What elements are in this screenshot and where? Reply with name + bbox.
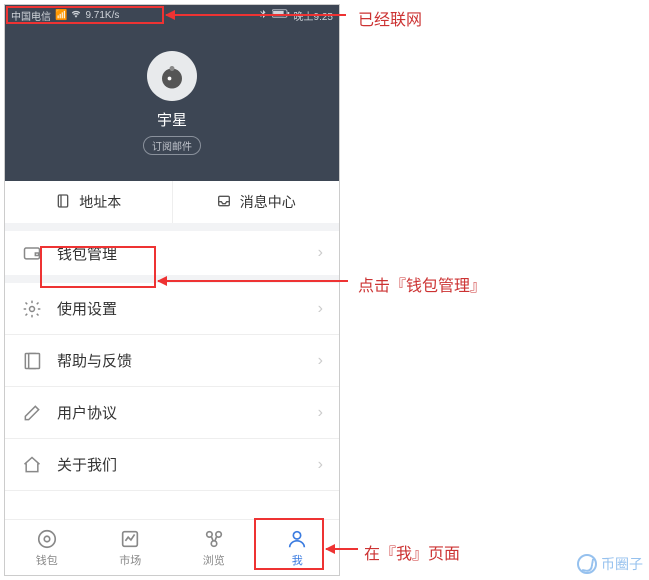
net-speed: 9.71K/s <box>85 10 119 21</box>
phone-frame: 中国电信 📶 9.71K/s 晚上9:25 宇星 订阅邮件 <box>4 4 340 576</box>
tab-me-label: 我 <box>292 552 303 568</box>
carrier-label: 中国电信 <box>11 8 51 23</box>
chevron-right-icon: › <box>318 300 323 318</box>
browse-tab-icon <box>203 528 225 550</box>
annotation-me-page: 在『我』页面 <box>364 540 460 564</box>
menu-agreement-label: 用户协议 <box>57 402 318 423</box>
inbox-icon <box>216 193 232 212</box>
tab-market-label: 市场 <box>119 552 141 568</box>
menu-list: 钱包管理 › 使用设置 › 帮助与反馈 › 用户协议 › <box>5 231 339 519</box>
gear-icon <box>21 298 43 320</box>
signal-icon: 📶 <box>55 10 67 21</box>
annotation-networked: 已经联网 <box>358 6 422 30</box>
address-book-button[interactable]: 地址本 <box>5 181 173 223</box>
username-label: 宇星 <box>157 109 187 130</box>
arrow-to-me-tab <box>326 548 358 550</box>
wallet-tab-icon <box>36 528 58 550</box>
market-tab-icon <box>119 528 141 550</box>
menu-about[interactable]: 关于我们 › <box>5 439 339 491</box>
status-left: 中国电信 📶 9.71K/s <box>11 8 119 23</box>
tab-browse-label: 浏览 <box>203 552 225 568</box>
menu-settings[interactable]: 使用设置 › <box>5 283 339 335</box>
menu-wallet-manage[interactable]: 钱包管理 › <box>5 231 339 283</box>
edit-icon <box>21 402 43 424</box>
chevron-right-icon: › <box>318 456 323 474</box>
watermark-icon <box>577 554 597 574</box>
chevron-right-icon: › <box>318 244 323 262</box>
bookmark-icon <box>55 193 71 212</box>
subscribe-badge[interactable]: 订阅邮件 <box>143 136 201 155</box>
avatar-robot-icon <box>157 61 187 91</box>
menu-about-label: 关于我们 <box>57 454 318 475</box>
tab-browse[interactable]: 浏览 <box>172 520 256 575</box>
message-center-button[interactable]: 消息中心 <box>173 181 340 223</box>
quick-actions-row: 地址本 消息中心 <box>5 181 339 231</box>
wifi-icon <box>71 9 81 22</box>
message-center-label: 消息中心 <box>240 192 296 212</box>
feedback-icon <box>21 350 43 372</box>
wallet-icon <box>21 242 43 264</box>
annotation-click-wallet: 点击『钱包管理』 <box>358 272 486 296</box>
arrow-to-wallet <box>158 280 348 282</box>
tab-wallet-label: 钱包 <box>36 552 58 568</box>
watermark: 币圈子 <box>577 554 643 574</box>
tab-market[interactable]: 市场 <box>89 520 173 575</box>
tab-wallet[interactable]: 钱包 <box>5 520 89 575</box>
menu-wallet-manage-label: 钱包管理 <box>57 243 318 264</box>
address-book-label: 地址本 <box>79 192 121 212</box>
avatar[interactable] <box>147 51 197 101</box>
menu-settings-label: 使用设置 <box>57 298 318 319</box>
tab-bar: 钱包 市场 浏览 我 <box>5 519 339 575</box>
chevron-right-icon: › <box>318 404 323 422</box>
menu-feedback[interactable]: 帮助与反馈 › <box>5 335 339 387</box>
home-icon <box>21 454 43 476</box>
arrow-to-status <box>166 14 346 16</box>
menu-feedback-label: 帮助与反馈 <box>57 350 318 371</box>
chevron-right-icon: › <box>318 352 323 370</box>
profile-header: 宇星 订阅邮件 <box>5 25 339 181</box>
person-tab-icon <box>286 528 308 550</box>
menu-agreement[interactable]: 用户协议 › <box>5 387 339 439</box>
watermark-label: 币圈子 <box>601 554 643 574</box>
